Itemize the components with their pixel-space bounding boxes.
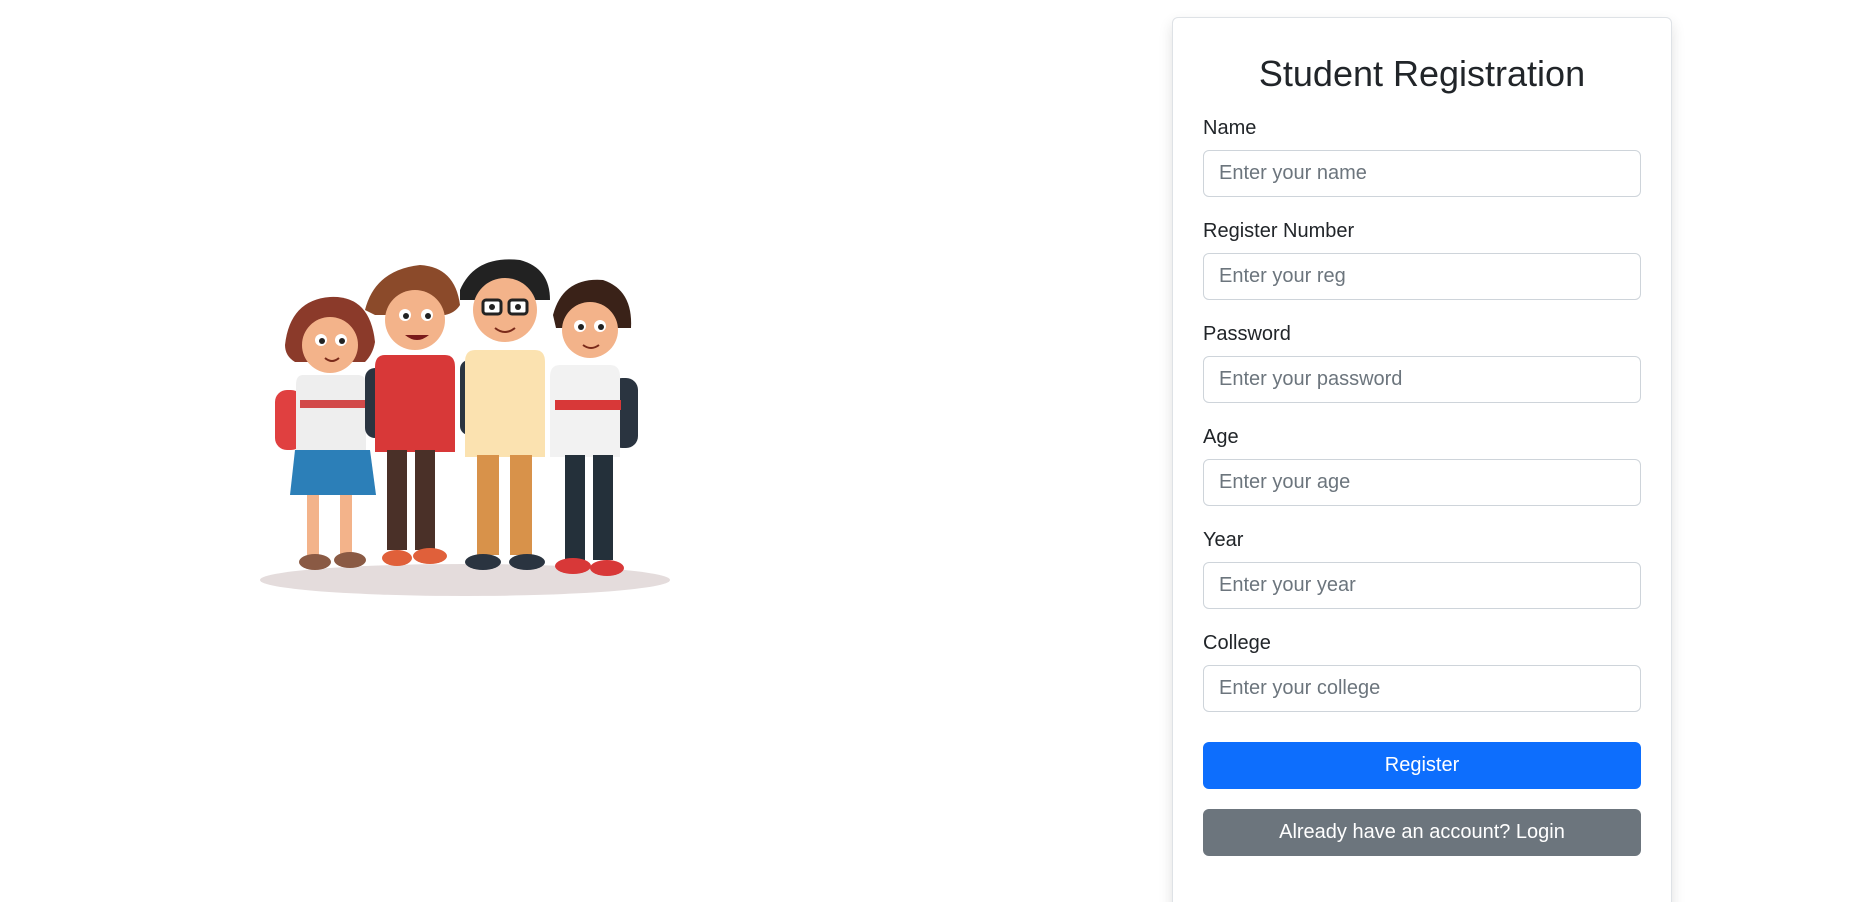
registration-page: Student Registration Name Register Numbe… xyxy=(0,0,1867,902)
field-year: Year xyxy=(1203,528,1641,609)
login-button[interactable]: Already have an account? Login xyxy=(1203,809,1641,856)
year-input[interactable] xyxy=(1203,562,1641,609)
field-register-number: Register Number xyxy=(1203,219,1641,300)
age-label: Age xyxy=(1203,426,1239,448)
field-password: Password xyxy=(1203,322,1641,403)
field-age: Age xyxy=(1203,425,1641,506)
field-name: Name xyxy=(1203,116,1641,197)
register-number-input[interactable] xyxy=(1203,253,1641,300)
form-title: Student Registration xyxy=(1258,53,1586,94)
age-input[interactable] xyxy=(1203,459,1641,506)
year-label: Year xyxy=(1203,529,1244,551)
registration-card: Student Registration Name Register Numbe… xyxy=(1172,17,1672,902)
password-label: Password xyxy=(1203,323,1291,345)
register-button[interactable]: Register xyxy=(1203,742,1641,789)
college-input[interactable] xyxy=(1203,665,1641,712)
college-label: College xyxy=(1203,632,1271,654)
name-input[interactable] xyxy=(1203,150,1641,197)
field-college: College xyxy=(1203,631,1641,712)
password-input[interactable] xyxy=(1203,356,1641,403)
students-group-icon xyxy=(260,259,670,596)
name-label: Name xyxy=(1203,117,1257,139)
register-number-label: Register Number xyxy=(1203,220,1355,242)
students-illustration xyxy=(255,250,675,600)
